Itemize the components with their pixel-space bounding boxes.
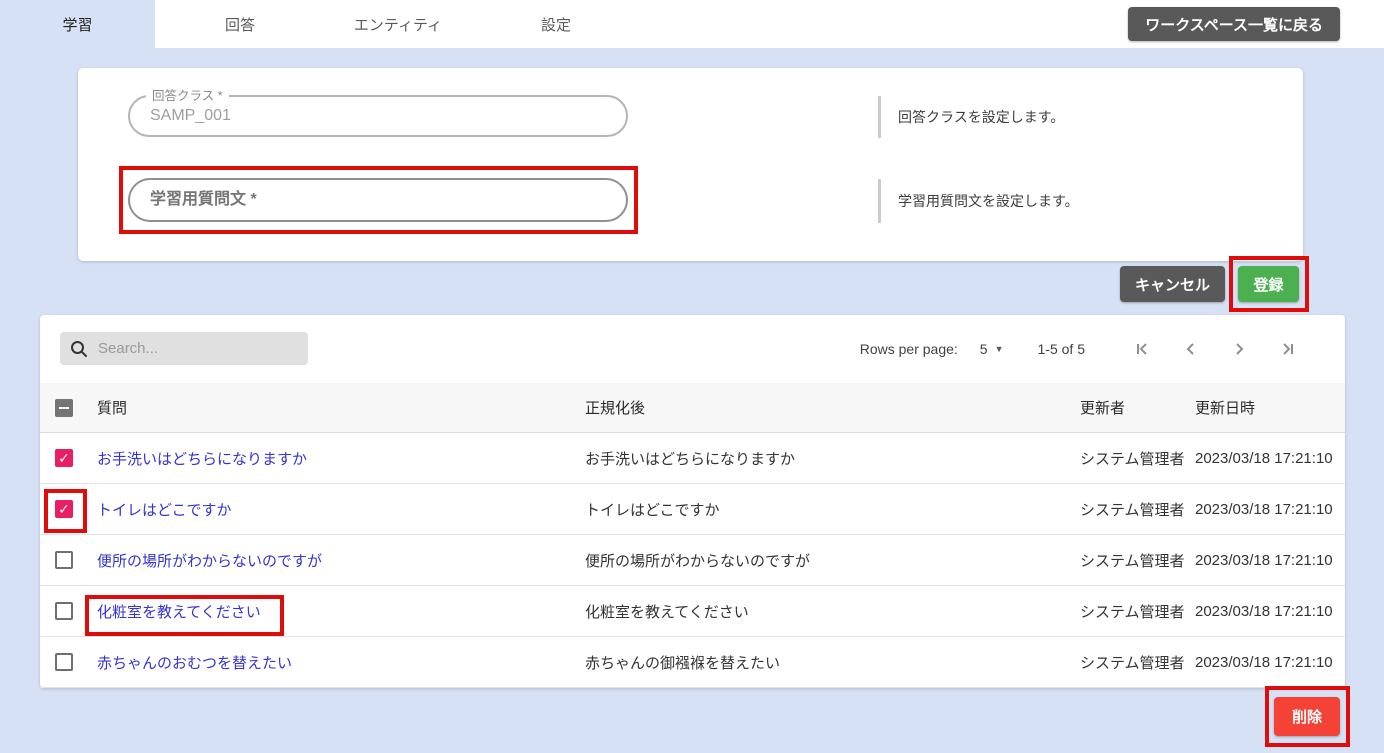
updated-by: システム管理者 (1080, 652, 1195, 673)
question-link[interactable]: 赤ちゃんのおむつを替えたい (97, 655, 292, 672)
search-icon (70, 340, 88, 358)
answer-class-help: 回答クラスを設定します。 (878, 96, 1298, 138)
search-box (60, 332, 308, 365)
pagination-range: 1-5 of 5 (1038, 341, 1085, 357)
table-header-row: 質問 正規化後 更新者 更新日時 (40, 383, 1345, 433)
previous-page-button[interactable] (1179, 337, 1203, 361)
tab-settings[interactable]: 設定 (477, 0, 635, 48)
updated-by: システム管理者 (1080, 448, 1195, 469)
chevron-right-icon (1229, 339, 1249, 359)
updated-by: システム管理者 (1080, 601, 1195, 622)
tab-entity[interactable]: エンティティ (319, 0, 477, 48)
select-all-checkbox[interactable] (55, 399, 73, 417)
tab-answer[interactable]: 回答 (161, 0, 319, 48)
table-row: 化粧室を教えてください 化粧室を教えてください システム管理者 2023/03/… (40, 586, 1345, 637)
question-text-help-text: 学習用質問文を設定します。 (898, 191, 1079, 211)
column-header-normalized: 正規化後 (585, 397, 1080, 418)
cancel-button[interactable]: キャンセル (1120, 266, 1225, 302)
question-text-field (128, 178, 628, 222)
rows-per-page-label: Rows per page: (860, 341, 958, 357)
updated-by: システム管理者 (1080, 499, 1195, 520)
question-link[interactable]: 化粧室を教えてください (97, 604, 261, 621)
pagination-bar: Rows per page: 5 ▼ 1-5 of 5 (860, 332, 1299, 365)
chevron-left-icon (1181, 339, 1201, 359)
question-text-help: 学習用質問文を設定します。 (878, 179, 1298, 223)
question-table-card: Rows per page: 5 ▼ 1-5 of 5 (40, 315, 1345, 688)
question-text-input[interactable] (150, 180, 605, 220)
row-checkbox[interactable] (55, 602, 73, 620)
question-link[interactable]: 便所の場所がわからないのですが (97, 553, 322, 570)
rows-per-page-select[interactable]: 5 ▼ (980, 341, 1004, 357)
row-checkbox[interactable] (55, 449, 73, 467)
column-header-updated-at: 更新日時 (1195, 397, 1345, 418)
updated-at: 2023/03/18 17:21:10 (1195, 450, 1345, 467)
column-header-question: 質問 (97, 397, 585, 418)
last-page-icon (1277, 339, 1297, 359)
answer-class-input[interactable] (150, 97, 605, 135)
rows-per-page-value: 5 (980, 341, 988, 357)
table-row: 便所の場所がわからないのですが 便所の場所がわからないのですが システム管理者 … (40, 535, 1345, 586)
last-page-button[interactable] (1275, 337, 1299, 361)
normalized-text: トイレはどこですか (585, 499, 1080, 520)
updated-at: 2023/03/18 17:21:10 (1195, 501, 1345, 518)
answer-class-field: 回答クラス * (128, 95, 628, 137)
delete-button[interactable]: 削除 (1274, 697, 1340, 736)
column-header-updated-by: 更新者 (1080, 397, 1195, 418)
updated-by: システム管理者 (1080, 550, 1195, 571)
register-button[interactable]: 登録 (1238, 266, 1299, 302)
updated-at: 2023/03/18 17:21:10 (1195, 552, 1345, 569)
table-row: トイレはどこですか トイレはどこですか システム管理者 2023/03/18 1… (40, 484, 1345, 535)
question-link[interactable]: お手洗いはどちらになりますか (97, 451, 307, 468)
row-checkbox[interactable] (55, 551, 73, 569)
question-link[interactable]: トイレはどこですか (97, 502, 232, 519)
training-form-card: 回答クラス * 回答クラスを設定します。 学習用質問文を設定します。 (78, 68, 1303, 261)
updated-at: 2023/03/18 17:21:10 (1195, 603, 1345, 620)
table-row: 赤ちゃんのおむつを替えたい 赤ちゃんの御襁褓を替えたい システム管理者 2023… (40, 637, 1345, 688)
first-page-button[interactable] (1131, 337, 1155, 361)
row-checkbox[interactable] (55, 653, 73, 671)
normalized-text: お手洗いはどちらになりますか (585, 448, 1080, 469)
first-page-icon (1133, 339, 1153, 359)
updated-at: 2023/03/18 17:21:10 (1195, 654, 1345, 671)
normalized-text: 便所の場所がわからないのですが (585, 550, 1080, 571)
row-checkbox[interactable] (55, 500, 73, 518)
tab-learning[interactable]: 学習 (0, 0, 155, 48)
next-page-button[interactable] (1227, 337, 1251, 361)
back-to-workspace-list-button[interactable]: ワークスペース一覧に戻る (1128, 7, 1340, 41)
normalized-text: 化粧室を教えてください (585, 601, 1080, 622)
table-row: お手洗いはどちらになりますか お手洗いはどちらになりますか システム管理者 20… (40, 433, 1345, 484)
tab-bar: 学習 回答 エンティティ 設定 ワークスペース一覧に戻る (0, 0, 1384, 48)
search-input[interactable] (98, 340, 288, 357)
answer-class-help-text: 回答クラスを設定します。 (898, 107, 1064, 127)
normalized-text: 赤ちゃんの御襁褓を替えたい (585, 652, 1080, 673)
chevron-down-icon: ▼ (995, 344, 1004, 354)
